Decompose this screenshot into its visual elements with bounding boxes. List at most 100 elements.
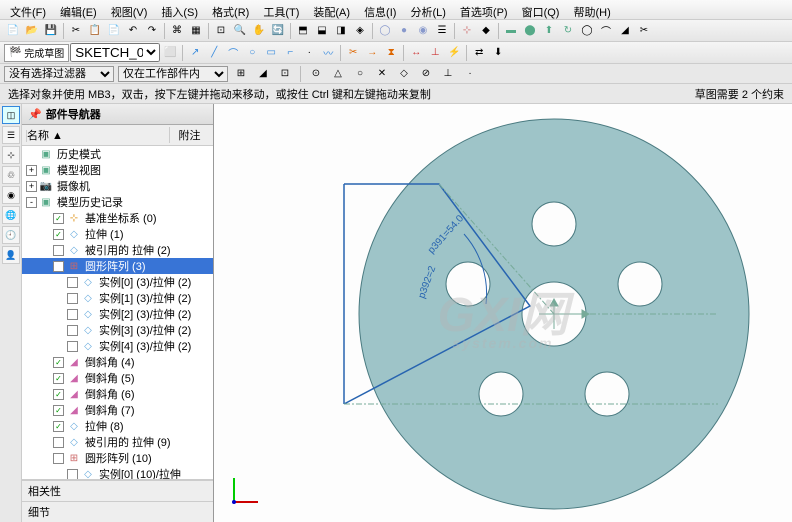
snap-quad-icon[interactable]: ◇: [395, 65, 413, 83]
tree-item-18[interactable]: ◇被引用的 拉伸 (9): [22, 434, 213, 450]
nav-constraint-icon[interactable]: ⊹: [2, 146, 20, 164]
filter-icon-3[interactable]: ⊡: [276, 65, 294, 83]
quick-trim-button[interactable]: ✂: [344, 44, 362, 62]
menu-edit[interactable]: 编辑(E): [54, 2, 103, 17]
trim-button[interactable]: ✂: [635, 22, 653, 40]
rotate-button[interactable]: 🔄: [269, 22, 287, 40]
filter-icon-2[interactable]: ◢: [254, 65, 272, 83]
snap-perp-icon[interactable]: ⊥: [439, 65, 457, 83]
shaded-edges-button[interactable]: ◉: [414, 22, 432, 40]
tree-item-2[interactable]: +📷摄像机: [22, 178, 213, 194]
revolve-button[interactable]: ↻: [559, 22, 577, 40]
col-note[interactable]: 附注: [169, 127, 209, 143]
tree-item-12[interactable]: ◇实例[4] (3)/拉伸 (2): [22, 338, 213, 354]
layer-button[interactable]: ☰: [433, 22, 451, 40]
filter-icon-1[interactable]: ⊞: [232, 65, 250, 83]
nav-part-icon[interactable]: ◫: [2, 106, 20, 124]
pan-button[interactable]: ✋: [250, 22, 268, 40]
copy-button[interactable]: 📋: [86, 22, 104, 40]
menu-view[interactable]: 视图(V): [105, 2, 154, 17]
tree-checkbox[interactable]: ✓: [53, 357, 64, 368]
tree-item-0[interactable]: ▣历史模式: [22, 146, 213, 162]
menu-prefs[interactable]: 首选项(P): [454, 2, 514, 17]
graphics-canvas[interactable]: p391=54.0 p392=2 GXI网 system.com: [214, 104, 792, 522]
tree-checkbox[interactable]: ✓: [53, 405, 64, 416]
tree-item-16[interactable]: ✓◢倒斜角 (7): [22, 402, 213, 418]
nav-browser-icon[interactable]: 🌐: [2, 206, 20, 224]
tree-item-1[interactable]: +▣模型视图: [22, 162, 213, 178]
extrude-button[interactable]: ⬆: [540, 22, 558, 40]
sketch-orient-button[interactable]: ⬜: [161, 44, 179, 62]
view-top-button[interactable]: ⬒: [294, 22, 312, 40]
tree-toggle-icon[interactable]: +: [26, 181, 37, 192]
tree-toggle-icon[interactable]: -: [26, 197, 37, 208]
new-button[interactable]: 📄: [4, 22, 22, 40]
tree-checkbox[interactable]: [67, 325, 78, 336]
cylinder-button[interactable]: ⬤: [521, 22, 539, 40]
shaded-button[interactable]: ●: [395, 22, 413, 40]
footer-dependency[interactable]: 相关性: [22, 480, 213, 501]
nav-history-icon[interactable]: 🕘: [2, 226, 20, 244]
quick-extend-button[interactable]: →: [363, 44, 381, 62]
tree-toggle-icon[interactable]: +: [26, 165, 37, 176]
tree-checkbox[interactable]: [67, 293, 78, 304]
snap-int-icon[interactable]: ✕: [373, 65, 391, 83]
redo-button[interactable]: ↷: [143, 22, 161, 40]
wcs-button[interactable]: ⊹: [458, 22, 476, 40]
profile-button[interactable]: ↗: [186, 44, 204, 62]
tree-checkbox[interactable]: ✓: [53, 229, 64, 240]
wireframe-button[interactable]: ◯: [376, 22, 394, 40]
filter-select-1[interactable]: 没有选择过滤器: [4, 66, 114, 82]
tree-item-7[interactable]: ⊞圆形阵列 (3): [22, 258, 213, 274]
menu-info[interactable]: 信息(I): [358, 2, 402, 17]
blend-button[interactable]: ⌒: [597, 22, 615, 40]
menu-help[interactable]: 帮助(H): [567, 2, 616, 17]
spline-button[interactable]: 〰: [319, 44, 337, 62]
cut-button[interactable]: ✂: [67, 22, 85, 40]
paste-button[interactable]: 📄: [105, 22, 123, 40]
tree-checkbox[interactable]: ✓: [53, 373, 64, 384]
tree-item-8[interactable]: ◇实例[0] (3)/拉伸 (2): [22, 274, 213, 290]
snap-mid-icon[interactable]: △: [329, 65, 347, 83]
snap-tan-icon[interactable]: ⊘: [417, 65, 435, 83]
tree-item-10[interactable]: ◇实例[2] (3)/拉伸 (2): [22, 306, 213, 322]
tree-checkbox[interactable]: ✓: [53, 389, 64, 400]
menu-tools[interactable]: 工具(T): [257, 2, 305, 17]
circle-button[interactable]: ○: [243, 44, 261, 62]
view-right-button[interactable]: ◨: [332, 22, 350, 40]
dim-button[interactable]: ↔: [407, 44, 425, 62]
tree-item-11[interactable]: ◇实例[3] (3)/拉伸 (2): [22, 322, 213, 338]
tree-checkbox[interactable]: [53, 437, 64, 448]
tree-checkbox[interactable]: ✓: [53, 421, 64, 432]
nav-roles-icon[interactable]: 👤: [2, 246, 20, 264]
auto-constraint-button[interactable]: ⚡: [445, 44, 463, 62]
menu-window[interactable]: 窗口(Q): [516, 2, 566, 17]
project-button[interactable]: ⬇: [489, 44, 507, 62]
tree-item-19[interactable]: ⊞圆形阵列 (10): [22, 450, 213, 466]
filter-select-2[interactable]: 仅在工作部件内: [118, 66, 228, 82]
finish-sketch-button[interactable]: 🏁 完成草图: [4, 44, 69, 62]
nav-assembly-icon[interactable]: ☰: [2, 126, 20, 144]
zoom-button[interactable]: 🔍: [231, 22, 249, 40]
view-iso-button[interactable]: ◈: [351, 22, 369, 40]
tree-item-4[interactable]: ✓⊹基准坐标系 (0): [22, 210, 213, 226]
col-name[interactable]: 名称 ▲: [26, 127, 169, 143]
snap-end-icon[interactable]: ⊙: [307, 65, 325, 83]
block-button[interactable]: ▬: [502, 22, 520, 40]
sketch-selector[interactable]: SKETCH_001: [70, 43, 160, 62]
nav-reuse-icon[interactable]: ♲: [2, 166, 20, 184]
tree-item-13[interactable]: ✓◢倒斜角 (4): [22, 354, 213, 370]
line-button[interactable]: ╱: [205, 44, 223, 62]
arc-button[interactable]: ⌒: [224, 44, 242, 62]
tree-checkbox[interactable]: [67, 469, 78, 480]
tree-item-14[interactable]: ✓◢倒斜角 (5): [22, 370, 213, 386]
undo-button[interactable]: ↶: [124, 22, 142, 40]
chamfer-button[interactable]: ◢: [616, 22, 634, 40]
tree-checkbox[interactable]: [67, 309, 78, 320]
feature-tree[interactable]: ▣历史模式+▣模型视图+📷摄像机-▣模型历史记录✓⊹基准坐标系 (0)✓◇拉伸 …: [22, 146, 213, 479]
nav-hd3d-icon[interactable]: ◉: [2, 186, 20, 204]
view-front-button[interactable]: ⬓: [313, 22, 331, 40]
menu-assembly[interactable]: 装配(A): [307, 2, 356, 17]
snap-pt-icon[interactable]: ·: [461, 65, 479, 83]
rectangle-button[interactable]: ▭: [262, 44, 280, 62]
